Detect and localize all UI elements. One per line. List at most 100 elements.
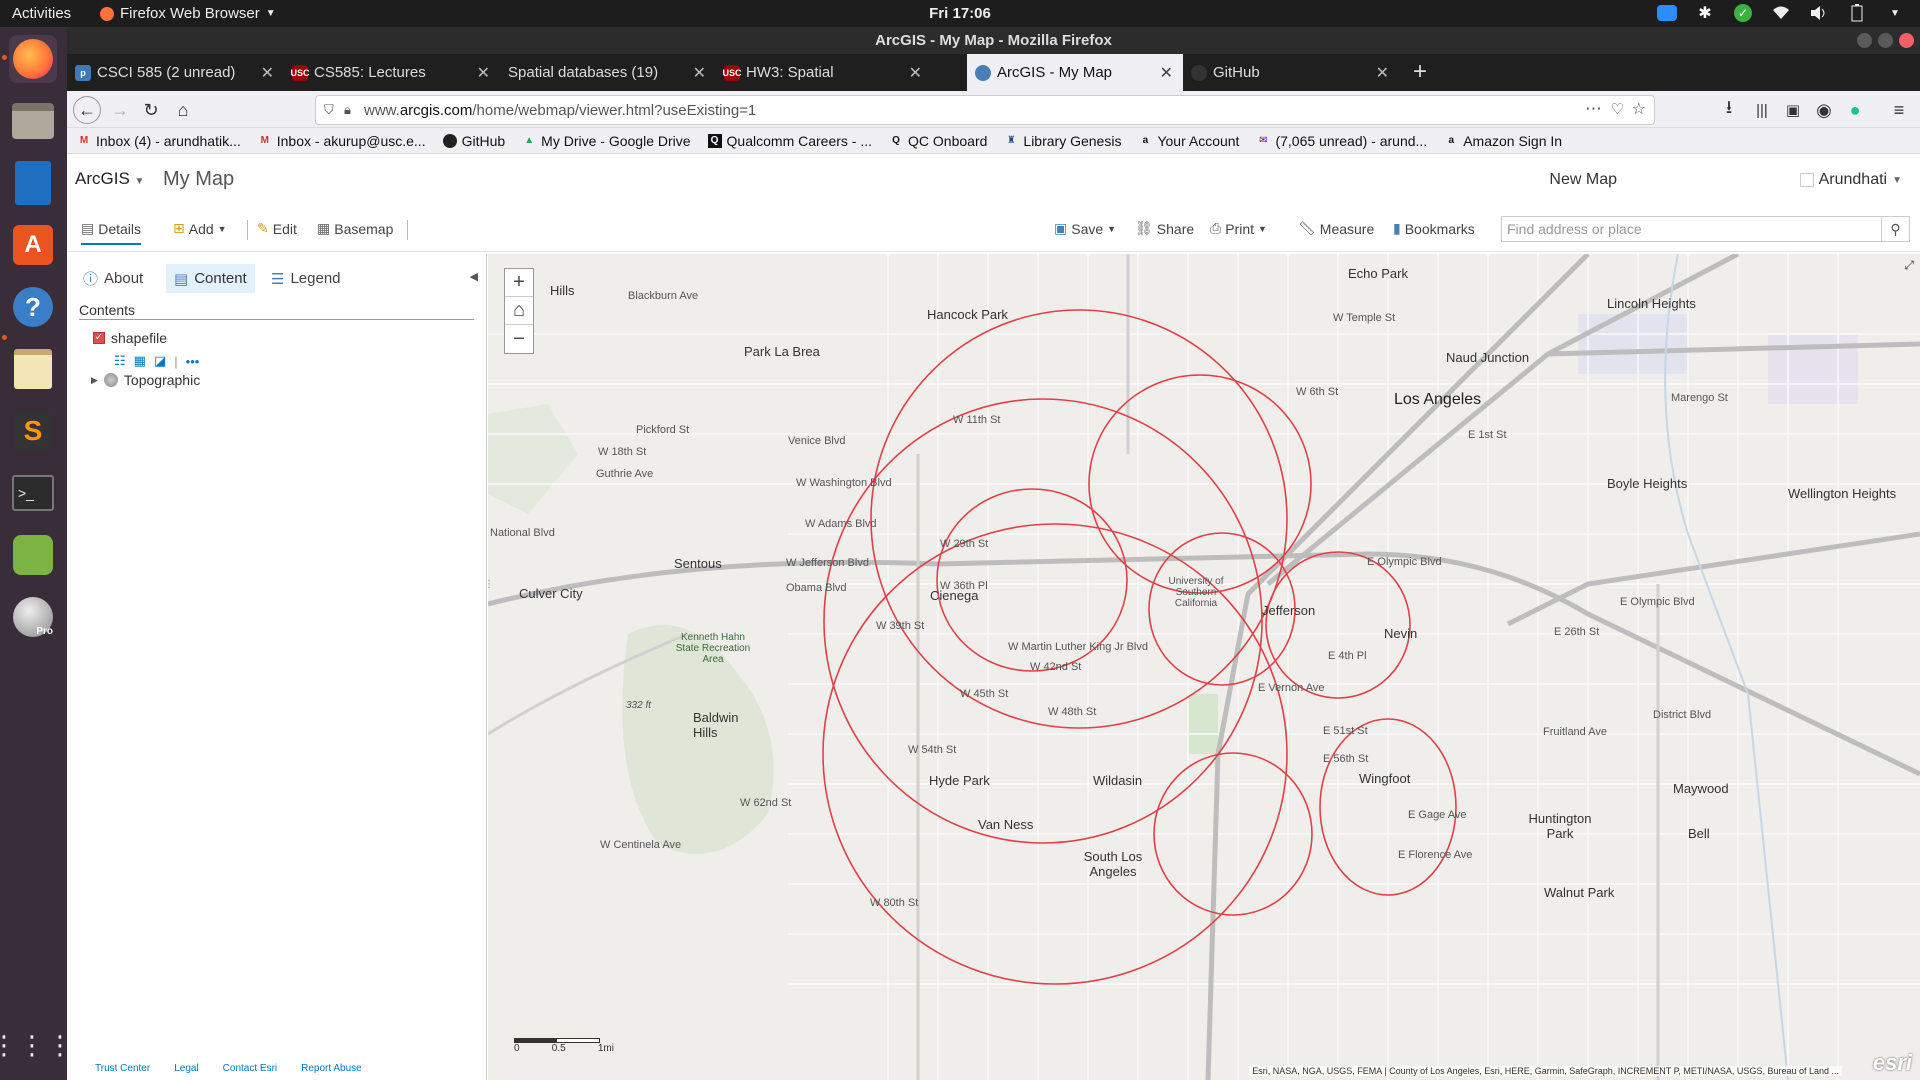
esri-logo[interactable]: esri	[1873, 1050, 1912, 1076]
bookmark-item[interactable]: Q Qualcomm Careers - ...	[707, 133, 872, 149]
power-menu-icon[interactable]: ▼	[1884, 3, 1906, 23]
bookmark-item[interactable]: ✉ (7,065 unread) - arund...	[1256, 133, 1427, 149]
layer-shapefile[interactable]: ✓ shapefile	[93, 330, 167, 346]
map-view[interactable]: + ⌂ − Hills Echo Park Lincoln Heights Na…	[488, 254, 1920, 1080]
url-bar[interactable]: ⛉ 🔒︎ www.arcgis.com/home/webmap/viewer.h…	[315, 95, 1655, 125]
home-extent-button[interactable]: ⌂	[505, 297, 533, 325]
legend-tab[interactable]: ☰ Legend	[263, 264, 349, 293]
wifi-icon[interactable]	[1770, 3, 1792, 23]
bookmarks-button[interactable]: ▮ Bookmarks	[1393, 220, 1475, 237]
files-launcher[interactable]	[9, 97, 57, 145]
trust-center-link[interactable]: Trust Center	[95, 1063, 150, 1074]
bookmark-item[interactable]: a Amazon Sign In	[1444, 133, 1562, 149]
map-title[interactable]: My Map	[163, 168, 234, 191]
check-icon[interactable]: ✓	[1732, 3, 1754, 23]
close-icon[interactable]: ✕	[693, 63, 706, 83]
panel-resize-handle[interactable]: ⋮	[484, 579, 494, 590]
layer-topographic[interactable]: ▶ Topographic	[91, 372, 200, 388]
writer-launcher[interactable]	[9, 159, 57, 207]
maximize-button[interactable]	[1878, 33, 1893, 48]
new-map-button[interactable]: New Map	[1549, 171, 1617, 189]
close-icon[interactable]: ✕	[261, 63, 274, 83]
library-icon[interactable]: |||	[1750, 98, 1774, 122]
report-abuse-link[interactable]: Report Abuse	[301, 1063, 362, 1074]
shield-icon[interactable]: ⛉	[324, 102, 334, 118]
tab-hw3-spatial[interactable]: USC HW3: Spatial ✕	[716, 54, 932, 91]
arcgis-pro-launcher[interactable]: Pro	[9, 593, 57, 641]
tab-spatial-databases[interactable]: Spatial databases (19) ✕	[500, 54, 716, 91]
table-icon[interactable]: ▦	[134, 353, 146, 369]
print-button[interactable]: ⎙ Print ▼	[1210, 220, 1267, 237]
download-icon[interactable]: ⭳	[1717, 97, 1741, 122]
bookmark-item[interactable]: a Your Account	[1138, 133, 1240, 149]
sidebar-icon[interactable]: ▣	[1781, 98, 1805, 122]
close-icon[interactable]: ✕	[1376, 63, 1389, 83]
more-options-icon[interactable]: •••	[186, 354, 200, 369]
slack-icon[interactable]: ✱	[1694, 3, 1716, 23]
map-attribution[interactable]: Esri, NASA, NGA, USGS, FEMA | County of …	[1249, 1066, 1842, 1076]
details-button[interactable]: ▤ Details	[81, 220, 142, 245]
tab-arcgis-my-map[interactable]: ArcGIS - My Map ✕	[967, 54, 1183, 91]
add-button[interactable]: ⊞ Add ▼	[173, 220, 227, 237]
sublime-launcher[interactable]: S	[9, 407, 57, 455]
arcgis-menu[interactable]: ArcGIS ▼	[75, 169, 144, 189]
bookmark-star-icon[interactable]: ☆	[1632, 99, 1646, 119]
style-icon[interactable]: ◪	[154, 353, 166, 369]
close-icon[interactable]: ✕	[1160, 63, 1173, 83]
bookmark-item[interactable]: M Inbox - akurup@usc.e...	[258, 133, 426, 149]
bookmark-item[interactable]: ▲ My Drive - Google Drive	[522, 133, 690, 149]
about-tab[interactable]: ⓘ About	[75, 264, 151, 293]
bookmark-item[interactable]: GitHub	[442, 133, 505, 149]
search-icon[interactable]: ⚲	[1881, 217, 1909, 241]
home-button[interactable]: ⌂	[171, 98, 195, 122]
help-launcher[interactable]: ?	[9, 283, 57, 331]
text-editor-launcher[interactable]	[9, 345, 57, 393]
back-button[interactable]: ←	[73, 96, 101, 124]
basemap-button[interactable]: ▦ Basemap	[317, 220, 393, 237]
show-applications-button[interactable]: ⋮⋮⋮	[0, 1021, 73, 1069]
pocket-icon[interactable]: ♡	[1611, 100, 1624, 118]
tab-cs585-lectures[interactable]: USC CS585: Lectures ✕	[284, 54, 500, 91]
reload-button[interactable]: ↻	[139, 98, 163, 122]
zoom-out-button[interactable]: −	[505, 325, 533, 353]
account-icon[interactable]: ◉	[1812, 98, 1836, 122]
minimize-button[interactable]	[1857, 33, 1872, 48]
terminal-launcher[interactable]: >_	[9, 469, 57, 517]
user-menu[interactable]: Arundhati ▼	[1799, 171, 1902, 189]
grammarly-icon[interactable]: ●	[1843, 98, 1867, 122]
close-window-button[interactable]	[1899, 33, 1914, 48]
battery-icon[interactable]	[1846, 3, 1868, 23]
zoom-icon[interactable]	[1656, 3, 1678, 23]
contact-esri-link[interactable]: Contact Esri	[223, 1063, 277, 1074]
software-launcher[interactable]: A	[9, 221, 57, 269]
firefox-launcher[interactable]	[9, 35, 57, 83]
tab-csci585[interactable]: p CSCI 585 (2 unread) ✕	[67, 54, 284, 91]
expand-arrow-icon[interactable]: ▶	[91, 375, 98, 386]
lock-icon[interactable]: 🔒︎	[344, 102, 351, 118]
qgis-launcher[interactable]	[9, 531, 57, 579]
forward-button[interactable]: →	[108, 98, 132, 122]
layer-checkbox[interactable]: ✓	[93, 332, 105, 344]
new-tab-button[interactable]: +	[1413, 58, 1427, 86]
content-tab[interactable]: ▤ Content	[166, 264, 255, 293]
page-actions-icon[interactable]: ⋯	[1585, 99, 1602, 119]
legal-link[interactable]: Legal	[174, 1063, 198, 1074]
tab-github[interactable]: GitHub ✕	[1183, 54, 1399, 91]
search-input[interactable]: Find address or place ⚲	[1501, 216, 1910, 242]
zoom-in-button[interactable]: +	[505, 269, 533, 297]
save-button[interactable]: ▣ Save ▼	[1054, 220, 1116, 237]
volume-icon[interactable]	[1808, 3, 1830, 23]
menu-icon[interactable]: ≡	[1887, 98, 1911, 122]
share-button[interactable]: ⛓ Share	[1135, 220, 1194, 237]
bookmark-item[interactable]: M Inbox (4) - arundhatik...	[77, 133, 241, 149]
measure-button[interactable]: 📏︎ Measure	[1298, 220, 1374, 237]
close-icon[interactable]: ✕	[477, 63, 490, 83]
bookmark-item[interactable]: ♜ Library Genesis	[1004, 133, 1122, 149]
bookmark-item[interactable]: Q QC Onboard	[889, 133, 987, 149]
close-icon[interactable]: ✕	[909, 63, 922, 83]
collapse-panel-icon[interactable]: ◀	[470, 270, 478, 283]
clock[interactable]: Fri 17:06	[0, 5, 1920, 22]
edit-button[interactable]: ✎ Edit	[257, 220, 297, 237]
legend-icon[interactable]: ☷	[114, 353, 126, 369]
fullscreen-icon[interactable]: ⤢	[1904, 258, 1914, 273]
